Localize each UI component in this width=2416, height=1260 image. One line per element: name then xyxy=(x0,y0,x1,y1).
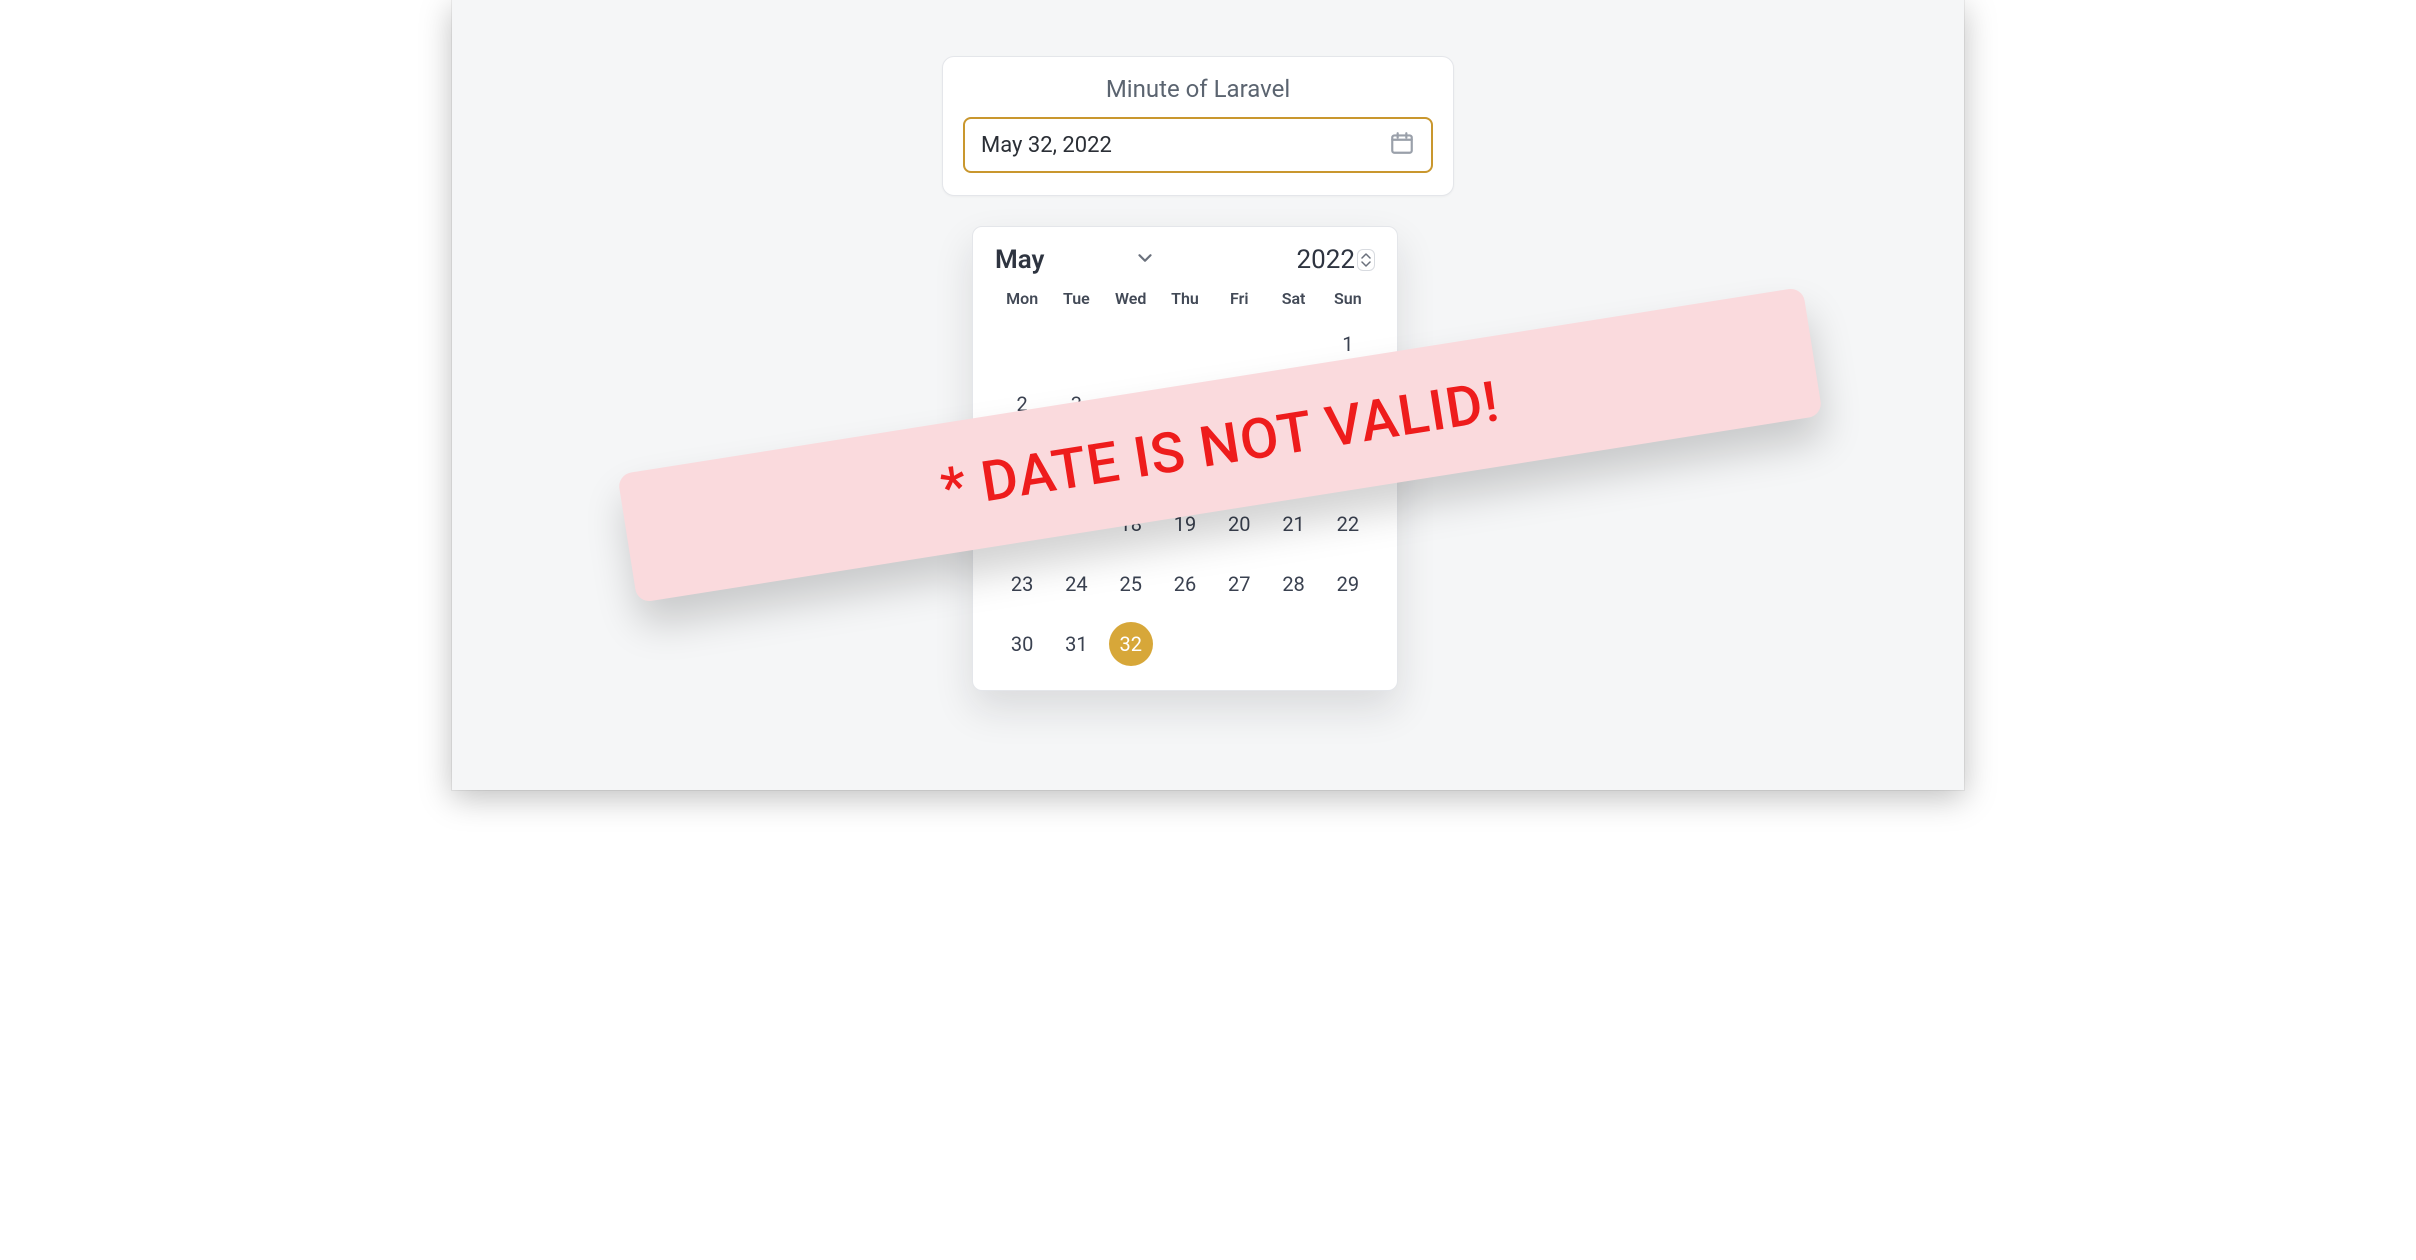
day-cell[interactable]: 32 xyxy=(1109,622,1153,666)
day-cell[interactable]: 25 xyxy=(1109,562,1153,606)
day-cell[interactable]: 30 xyxy=(1000,622,1044,666)
month-label: May xyxy=(995,245,1044,275)
card-title: Minute of Laravel xyxy=(963,75,1433,103)
date-input[interactable]: May 32, 2022 xyxy=(963,117,1433,173)
day-cell[interactable]: 28 xyxy=(1272,562,1316,606)
year-stepper-wrap: 2022 xyxy=(1297,245,1375,275)
popover-header: May 2022 xyxy=(995,245,1375,275)
day-cell[interactable]: 29 xyxy=(1326,562,1370,606)
dow-label: Sat xyxy=(1266,289,1320,308)
month-select[interactable]: May xyxy=(995,245,1156,275)
day-cell[interactable]: 21 xyxy=(1272,502,1316,546)
date-card: Minute of Laravel May 32, 2022 xyxy=(942,56,1454,196)
day-cell[interactable]: 26 xyxy=(1163,562,1207,606)
dow-label: Mon xyxy=(995,289,1049,308)
dow-row: MonTueWedThuFriSatSun xyxy=(995,289,1375,308)
stage: Minute of Laravel May 32, 2022 May 2022 xyxy=(452,0,1964,790)
year-stepper[interactable] xyxy=(1357,249,1375,271)
dow-label: Wed xyxy=(1104,289,1158,308)
dow-label: Thu xyxy=(1158,289,1212,308)
day-cell[interactable]: 23 xyxy=(1000,562,1044,606)
day-cell[interactable]: 27 xyxy=(1217,562,1261,606)
dow-label: Sun xyxy=(1321,289,1375,308)
calendar-icon[interactable] xyxy=(1389,130,1415,160)
year-value: 2022 xyxy=(1297,245,1355,275)
day-cell[interactable]: 22 xyxy=(1326,502,1370,546)
dow-label: Fri xyxy=(1212,289,1266,308)
dow-label: Tue xyxy=(1049,289,1103,308)
day-cell[interactable]: 24 xyxy=(1054,562,1098,606)
chevron-down-icon[interactable] xyxy=(1134,247,1156,273)
date-input-value: May 32, 2022 xyxy=(981,133,1389,158)
day-cell[interactable]: 31 xyxy=(1054,622,1098,666)
